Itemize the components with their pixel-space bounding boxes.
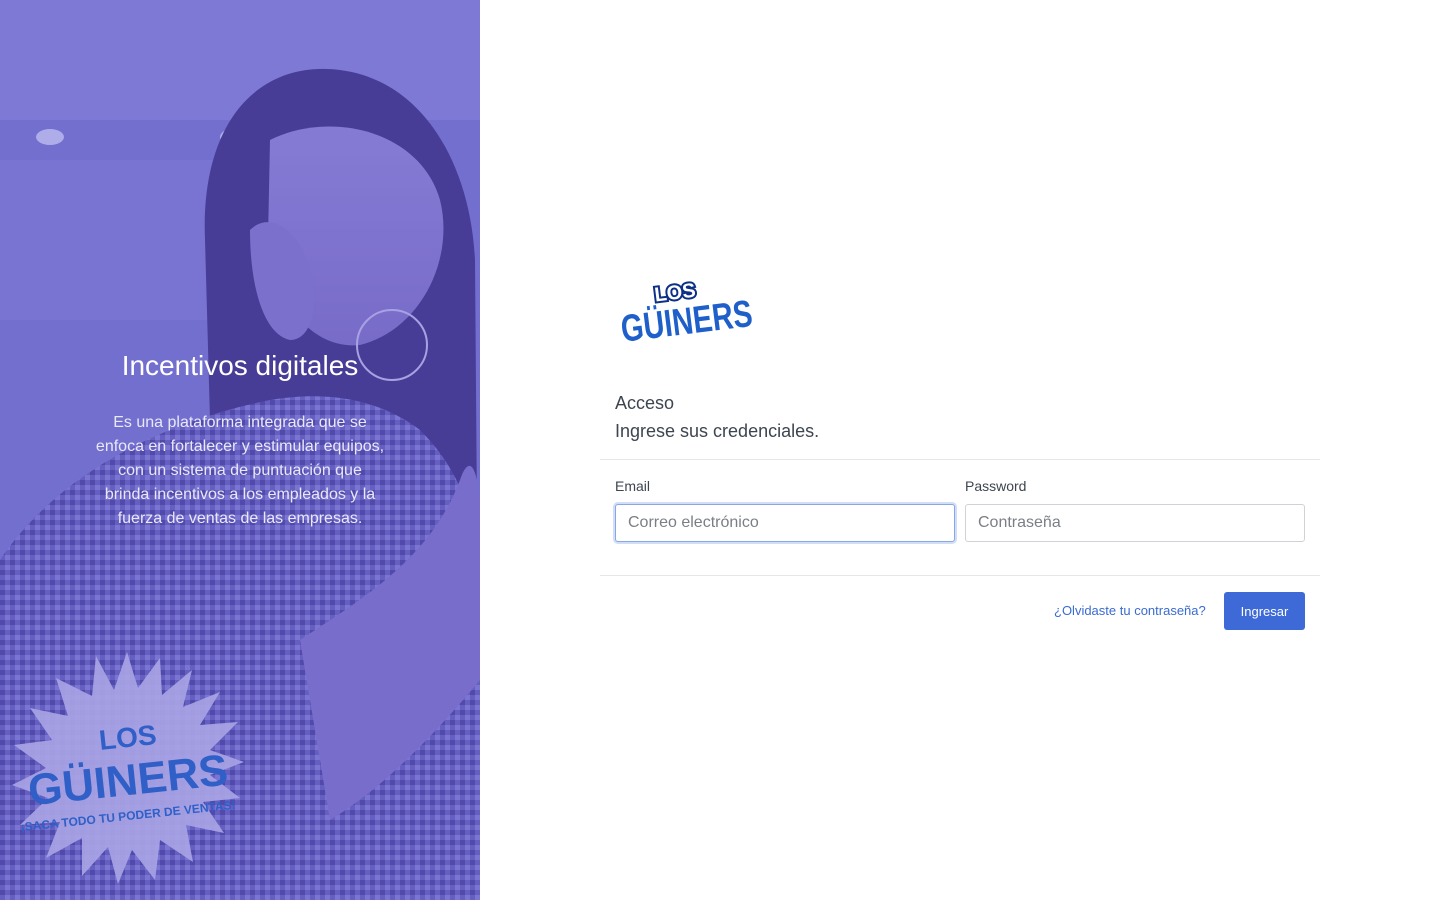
- hero-description: Es una plataforma integrada que se enfoc…: [95, 414, 385, 527]
- los-guiners-badge-logo: LOS GÜINERS ¡SACA TODO TU PODER DE VENTA…: [12, 652, 244, 884]
- password-field-group: Password: [965, 478, 1305, 542]
- hero-title: Incentivos digitales: [121, 350, 359, 381]
- email-label: Email: [615, 478, 651, 494]
- forgot-password-link[interactable]: ¿Olvidaste tu contraseña?: [1054, 603, 1206, 618]
- los-guiners-logo: LOS GÜINERS: [618, 278, 755, 348]
- divider: [600, 575, 1320, 576]
- login-subtitle: Ingrese sus credenciales.: [615, 421, 820, 441]
- login-submit-button[interactable]: Ingresar: [1224, 592, 1305, 630]
- login-heading: Acceso Ingrese sus credenciales.: [615, 391, 819, 443]
- login-title: Acceso: [615, 393, 675, 413]
- email-input[interactable]: [615, 504, 955, 542]
- svg-text:LOS: LOS: [97, 719, 157, 756]
- divider: [600, 459, 1320, 460]
- email-field-group: Email: [615, 478, 955, 542]
- svg-text:GÜINERS: GÜINERS: [619, 292, 755, 348]
- hero-panel: Incentivos digitales Es una plataforma i…: [0, 0, 480, 900]
- password-label: Password: [965, 478, 1027, 494]
- password-input[interactable]: [965, 504, 1305, 542]
